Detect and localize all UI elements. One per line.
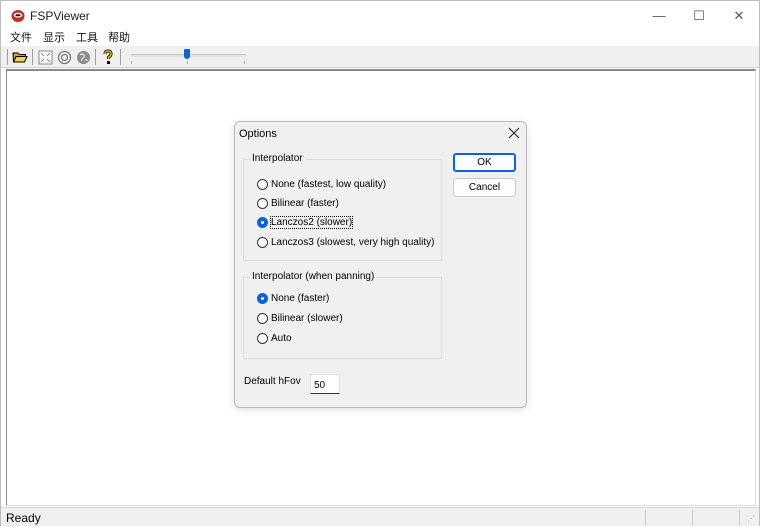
menu-help[interactable]: 帮助	[108, 30, 130, 46]
radio-interp-bilinear[interactable]: Bilinear (faster)	[257, 196, 339, 210]
toolbar-separator	[95, 49, 96, 65]
maximize-button[interactable]: ☐	[679, 1, 719, 30]
dialog-close-button[interactable]	[505, 124, 523, 142]
globe-icon[interactable]	[74, 48, 92, 66]
radio-pan-auto[interactable]: Auto	[257, 331, 292, 345]
radio-circle-selected	[257, 292, 268, 304]
radio-label: Lanczos2 (slower)	[269, 215, 354, 229]
menu-bar: 文件 显示 工具 帮助	[1, 30, 759, 46]
menu-file[interactable]: 文件	[10, 30, 32, 46]
radio-label: Bilinear (slower)	[271, 312, 343, 324]
status-pane	[739, 510, 740, 525]
interpolator-panning-group: Interpolator (when panning) None (faster…	[243, 271, 442, 359]
radio-interp-none[interactable]: None (fastest, low quality)	[257, 177, 386, 191]
radio-circle	[257, 178, 268, 190]
slider-tick	[131, 61, 132, 64]
radio-pan-none[interactable]: None (faster)	[257, 291, 329, 305]
radio-interp-lanczos3[interactable]: Lanczos3 (slowest, very high quality)	[257, 235, 434, 249]
toolbar-separator	[120, 49, 121, 65]
hfov-input[interactable]	[310, 374, 340, 394]
close-button[interactable]: ✕	[719, 1, 759, 30]
radio-circle	[257, 197, 268, 209]
dialog-title-bar[interactable]: Options	[235, 122, 526, 144]
radio-label: Lanczos3 (slowest, very high quality)	[271, 236, 435, 248]
radio-label: Auto	[271, 332, 292, 344]
window-title: FSPViewer	[30, 9, 90, 23]
radio-interp-lanczos2[interactable]: Lanczos2 (slower)	[257, 215, 354, 229]
close-icon	[508, 127, 520, 139]
status-bar: Ready ⋰	[1, 507, 759, 526]
radio-label: None (fastest, low quality)	[271, 178, 387, 190]
resize-grip-icon[interactable]: ⋰	[747, 515, 755, 523]
radio-label: None (faster)	[271, 292, 330, 304]
minimize-button[interactable]: —	[639, 1, 679, 30]
interpolator-panning-group-label: Interpolator (when panning)	[250, 271, 377, 282]
fullscreen-icon[interactable]	[36, 48, 54, 66]
interpolator-group: Interpolator None (fastest, low quality)…	[243, 153, 442, 261]
radio-circle-selected	[257, 216, 268, 228]
status-pane	[645, 510, 646, 525]
zoom-slider-thumb[interactable]	[184, 49, 190, 59]
target-icon[interactable]	[55, 48, 73, 66]
title-bar[interactable]: FSPViewer — ☐ ✕	[1, 1, 759, 30]
options-dialog: Options Interpolator None (fastest, low …	[234, 121, 527, 408]
radio-pan-bilinear[interactable]: Bilinear (slower)	[257, 311, 343, 325]
interpolator-group-label: Interpolator	[250, 153, 305, 164]
toolbar-separator	[7, 49, 8, 65]
radio-circle	[257, 236, 268, 248]
menu-view[interactable]: 显示	[43, 30, 65, 46]
help-icon[interactable]	[99, 48, 117, 66]
ok-button[interactable]: OK	[453, 153, 516, 172]
menu-tools[interactable]: 工具	[76, 30, 98, 46]
slider-tick	[244, 61, 245, 64]
status-text: Ready	[6, 511, 41, 525]
hfov-label: Default hFov	[244, 376, 301, 387]
slider-tick	[187, 61, 188, 64]
toolbar	[1, 46, 759, 68]
status-pane	[692, 510, 693, 525]
dialog-title: Options	[239, 128, 277, 140]
radio-circle	[257, 332, 268, 344]
open-folder-icon[interactable]	[11, 48, 29, 66]
app-logo-icon	[11, 10, 25, 22]
radio-circle	[257, 312, 268, 324]
cancel-button[interactable]: Cancel	[453, 178, 516, 197]
radio-label: Bilinear (faster)	[271, 197, 339, 209]
toolbar-separator	[32, 49, 33, 65]
